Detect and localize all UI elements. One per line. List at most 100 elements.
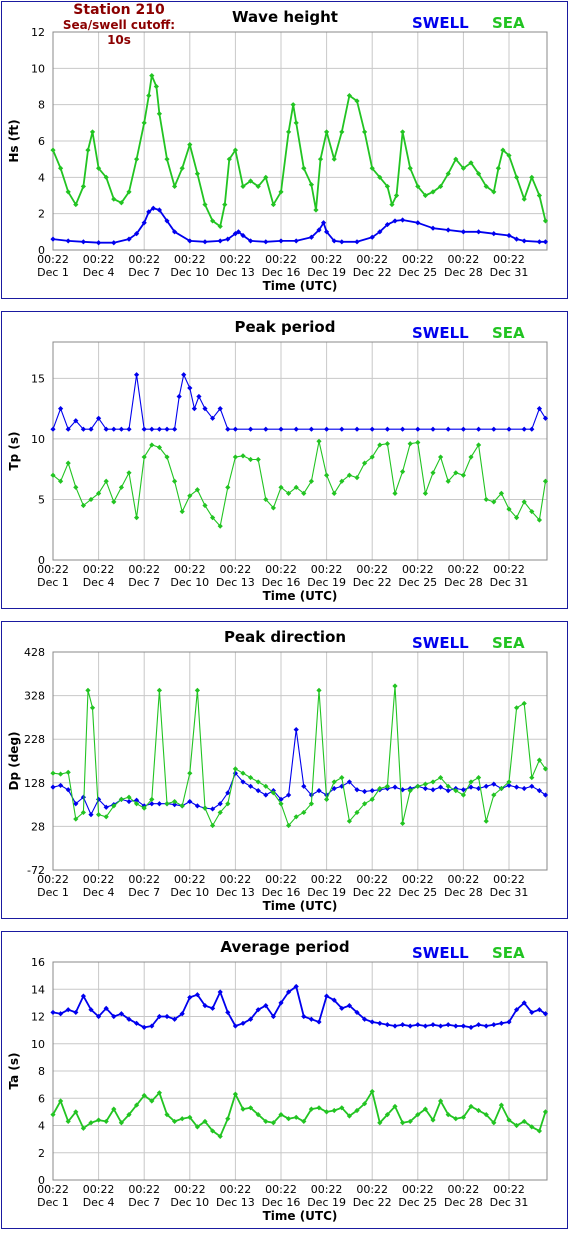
sea-data-point — [521, 196, 527, 202]
legend-swell: SWELL — [412, 944, 469, 962]
x-tick-date: Dec 19 — [307, 266, 346, 279]
sea-data-point — [153, 83, 159, 90]
sea-data-point — [392, 490, 398, 496]
swell-data-point — [491, 1022, 497, 1028]
swell-data-point — [483, 783, 489, 789]
sea-data-point — [58, 165, 64, 171]
swell-data-point — [430, 426, 436, 432]
sea-data-point — [149, 442, 155, 448]
x-tick-time: 00:22 — [37, 873, 69, 886]
x-tick-date: Dec 16 — [262, 576, 301, 589]
sea-data-point — [187, 142, 193, 148]
swell-data-point — [438, 1023, 444, 1029]
swell-data-point — [80, 239, 86, 245]
sea-data-point — [483, 818, 489, 824]
x-tick-time: 00:22 — [37, 253, 69, 266]
sea-data-point — [308, 478, 314, 484]
swell-data-point — [278, 238, 284, 244]
sea-data-point — [149, 73, 155, 79]
swell-data-point — [286, 792, 292, 798]
x-tick-time: 00:22 — [448, 563, 480, 576]
swell-data-point — [293, 238, 299, 244]
y-tick-label: 4 — [38, 1120, 45, 1133]
sea-data-point — [103, 478, 109, 484]
x-tick-time: 00:22 — [220, 563, 252, 576]
swell-data-point — [468, 1024, 474, 1030]
sea-data-point — [514, 705, 520, 711]
swell-data-point — [536, 406, 542, 412]
sea-data-point — [156, 687, 162, 693]
sea-data-point — [80, 183, 86, 190]
swell-data-point — [415, 1022, 421, 1028]
sea-data-point — [134, 156, 140, 162]
x-tick-time: 00:22 — [311, 1183, 343, 1196]
x-tick-time: 00:22 — [448, 1183, 480, 1196]
swell-data-point — [369, 788, 375, 794]
sea-data-point — [495, 165, 501, 171]
swell-data-point — [400, 1022, 406, 1028]
swell-data-point — [460, 1023, 466, 1029]
x-tick-date: Dec 25 — [398, 1196, 437, 1209]
swell-data-point — [301, 1013, 307, 1020]
x-tick-date: Dec 4 — [83, 576, 115, 589]
x-tick-time: 00:22 — [220, 873, 252, 886]
sea-data-point — [89, 129, 96, 135]
sea-data-point — [111, 499, 117, 505]
sea-data-point — [179, 508, 185, 515]
sea-data-point — [89, 705, 96, 711]
sea-data-point — [187, 770, 193, 776]
y-tick-label: 6 — [38, 1092, 45, 1105]
x-tick-date: Dec 19 — [307, 1196, 346, 1209]
swell-data-point — [134, 372, 140, 378]
x-tick-date: Dec 19 — [307, 886, 346, 899]
swell-data-point — [491, 231, 497, 237]
swell-data-point — [196, 393, 202, 400]
sea-data-point — [407, 165, 413, 171]
sea-data-point — [156, 111, 162, 117]
sea-data-point — [179, 1116, 185, 1122]
x-tick-date: Dec 7 — [128, 266, 160, 279]
sea-data-point — [331, 156, 337, 162]
sea-data-point — [232, 454, 238, 460]
swell-data-point — [521, 785, 527, 792]
x-tick-date: Dec 28 — [444, 576, 483, 589]
swell-data-point — [225, 426, 231, 432]
swell-data-point — [445, 426, 451, 432]
x-tick-date: Dec 31 — [490, 886, 529, 899]
y-axis-label: Tp (s) — [7, 431, 21, 470]
sea-data-point — [362, 129, 368, 135]
average-period-panel: 0 2 4 6 8 10 12 14 16 00:22 Dec 1 00:22 Dec 4 00:22 De… — [1, 931, 568, 1229]
sea-data-point — [415, 439, 421, 446]
peak-direction-panel: -72 28 128 228 328 428 00:22 Dec 1 00:22 Dec 4 00:… — [1, 621, 568, 919]
legend-swell: SWELL — [412, 324, 469, 342]
swell-data-point — [460, 229, 466, 235]
sea-data-point — [430, 470, 436, 476]
x-tick-date: Dec 22 — [353, 576, 392, 589]
sea-data-point — [324, 472, 330, 478]
chart-peak-direction: -722812822832842800:22Dec 100:22Dec 400:… — [7, 628, 549, 913]
swell-data-point — [176, 393, 182, 400]
swell-data-point — [438, 784, 444, 790]
x-tick-time: 00:22 — [128, 1183, 160, 1196]
y-tick-label: 6 — [38, 135, 45, 148]
x-tick-date: Dec 7 — [128, 1196, 160, 1209]
sea-data-point — [400, 468, 406, 475]
sea-data-point — [255, 779, 261, 785]
x-tick-time: 00:22 — [265, 1183, 297, 1196]
sea-data-point — [172, 478, 178, 484]
sea-data-point — [225, 484, 231, 490]
swell-data-point — [263, 426, 269, 432]
x-tick-date: Dec 16 — [262, 266, 301, 279]
swell-data-point — [149, 426, 155, 432]
swell-data-point — [384, 426, 390, 432]
x-tick-time: 00:22 — [265, 873, 297, 886]
x-tick-time: 00:22 — [356, 873, 388, 886]
x-tick-time: 00:22 — [83, 873, 115, 886]
y-axis-label: Dp (deg) — [7, 731, 21, 790]
sea-data-point — [210, 822, 216, 829]
legend-swell: SWELL — [412, 634, 469, 652]
swell-data-point — [293, 426, 299, 432]
chart-peak-period: 05101500:22Dec 100:22Dec 400:22Dec 700:2… — [7, 318, 549, 603]
y-tick-label: 16 — [31, 956, 45, 969]
swell-series-line — [52, 985, 547, 1029]
